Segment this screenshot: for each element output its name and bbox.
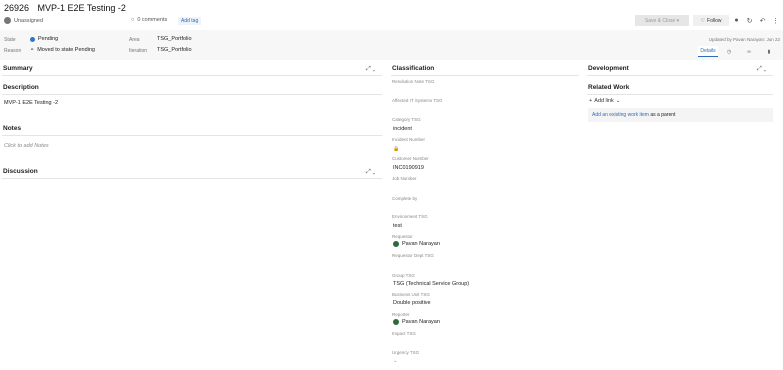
state-value: Pending (38, 36, 59, 42)
description-heading: Description (3, 84, 39, 91)
field-label: Affected IT Systems TSG (392, 98, 443, 103)
state-dot-icon (30, 36, 35, 42)
field-label: Job Number (392, 176, 417, 181)
add-parent-row: Add an existing work item as a parent (592, 112, 675, 118)
field-label: Reporter (392, 312, 410, 317)
work-item-id: 26926 (4, 3, 30, 13)
urgency-value[interactable]: ⌄ (393, 358, 398, 364)
more-icon[interactable]: ⋮ (771, 15, 780, 26)
category-value[interactable]: incident (393, 126, 412, 132)
discussion-heading: Discussion (3, 168, 38, 175)
add-tag-button[interactable]: Add tag (178, 17, 202, 25)
divider (587, 75, 773, 76)
plus-icon: + (589, 98, 593, 104)
field-label: Environment TSG (392, 214, 428, 219)
user-avatar-icon (393, 241, 399, 247)
add-link-label: Add link (594, 98, 614, 104)
state-label: State (4, 37, 16, 43)
field-label: Resolution Note TSG (392, 79, 435, 84)
divider (2, 178, 382, 179)
iteration-field[interactable]: TSG_Portfolio (157, 47, 192, 53)
tab-links-icon[interactable]: ∞ (740, 46, 758, 57)
iteration-label: Iteration (129, 48, 148, 54)
user-avatar-icon (393, 319, 399, 325)
related-work-heading: Related Work (588, 84, 630, 91)
field-label: Group TSG (392, 273, 415, 278)
comment-icon: ○ (131, 17, 135, 23)
work-item-title-text[interactable]: MVP-1 E2E Testing -2 (38, 3, 126, 13)
group-value[interactable]: TSG (Technical Service Group) (393, 281, 469, 287)
title-bar: 26926 MVP-1 E2E Testing -2 (0, 0, 783, 14)
comments-count: 0 comments (137, 17, 168, 23)
area-label: Area (129, 37, 140, 43)
area-field[interactable]: TSG_Portfolio (157, 36, 192, 42)
chevron-down-icon: ⌄ (615, 98, 621, 104)
reporter-field[interactable]: Pavan Narayan (393, 319, 440, 325)
tab-details[interactable]: Details (698, 46, 718, 57)
field-label: Impact TSG (392, 331, 416, 336)
requestor-value: Pavan Narayan (402, 241, 440, 247)
expand-icon[interactable]: ⤢ ⌄ (366, 66, 375, 73)
environment-value[interactable]: test (393, 223, 402, 229)
development-heading: Development (588, 65, 629, 72)
comments-link[interactable]: ○ 0 comments (131, 17, 167, 23)
reason-field[interactable]: ⚭ Moved to state Pending (30, 47, 95, 53)
field-label: Category TSG (392, 117, 421, 122)
divider (2, 75, 382, 76)
updated-by-text: Updated by Pavan Narayan: Jun 22 (708, 37, 780, 42)
save-close-label: Save & Close (644, 17, 676, 24)
classification-heading: Classification (392, 65, 435, 72)
undo-icon[interactable]: ↶ (758, 15, 767, 26)
field-label: Customer Number (392, 156, 429, 161)
save-close-button[interactable]: Save & Close ▾ (635, 15, 689, 26)
add-link-button[interactable]: + Add link ⌄ (589, 98, 620, 104)
summary-heading: Summary (3, 65, 33, 72)
assignee-picker[interactable]: Unassigned (4, 17, 43, 24)
divider (587, 94, 773, 95)
tab-attachments-icon[interactable]: ▮ (760, 46, 778, 57)
follow-icon: ♡ (700, 17, 706, 24)
field-label: Urgency TSG (392, 350, 420, 355)
refresh-icon[interactable]: ↻ (745, 15, 754, 26)
notes-heading: Notes (3, 125, 22, 132)
reason-value: Moved to state Pending (37, 47, 95, 53)
add-parent-link[interactable]: Add an existing work item (592, 112, 649, 118)
header-fields: State Pending Reason ⚭ Moved to state Pe… (0, 30, 783, 60)
field-label: Incident Number (392, 137, 426, 142)
user-avatar-icon (4, 17, 11, 24)
reporter-value: Pavan Narayan (402, 319, 440, 325)
reason-label: Reason (4, 48, 22, 54)
state-field[interactable]: Pending (30, 36, 58, 42)
notes-input[interactable]: Click to add Notes (4, 143, 49, 149)
business-unit-value[interactable]: Double positive (393, 300, 431, 306)
field-label: Requestor Dept TSG (392, 253, 434, 258)
divider (2, 94, 382, 95)
expand-icon[interactable]: ⤢ ⌄ (757, 66, 766, 73)
expand-icon[interactable]: ⤢ ⌄ (366, 169, 375, 176)
follow-label: Follow (707, 17, 722, 24)
field-label: Complete by (392, 196, 418, 201)
divider (391, 75, 579, 76)
assignee-label: Unassigned (14, 17, 44, 24)
description-text[interactable]: MVP-1 E2E Testing -2 (4, 100, 58, 106)
add-parent-suffix: as a parent (650, 112, 676, 118)
lock-icon: ⚭ (30, 47, 35, 53)
tab-strip: Details ◷ ∞ ▮ (698, 46, 778, 57)
follow-button[interactable]: ♡ Follow (693, 15, 729, 26)
lock-icon: 🔒 (393, 146, 400, 152)
field-label: Requestor (392, 234, 413, 239)
customer-number-value[interactable]: INC0190919 (393, 165, 424, 171)
settings-icon[interactable]: ● (732, 15, 741, 26)
field-label: Business Unit TSG (392, 292, 430, 297)
divider (2, 135, 382, 136)
tab-history-icon[interactable]: ◷ (720, 46, 738, 57)
work-item-title[interactable]: 26926 MVP-1 E2E Testing -2 (4, 3, 126, 13)
requestor-field[interactable]: Pavan Narayan (393, 241, 440, 247)
